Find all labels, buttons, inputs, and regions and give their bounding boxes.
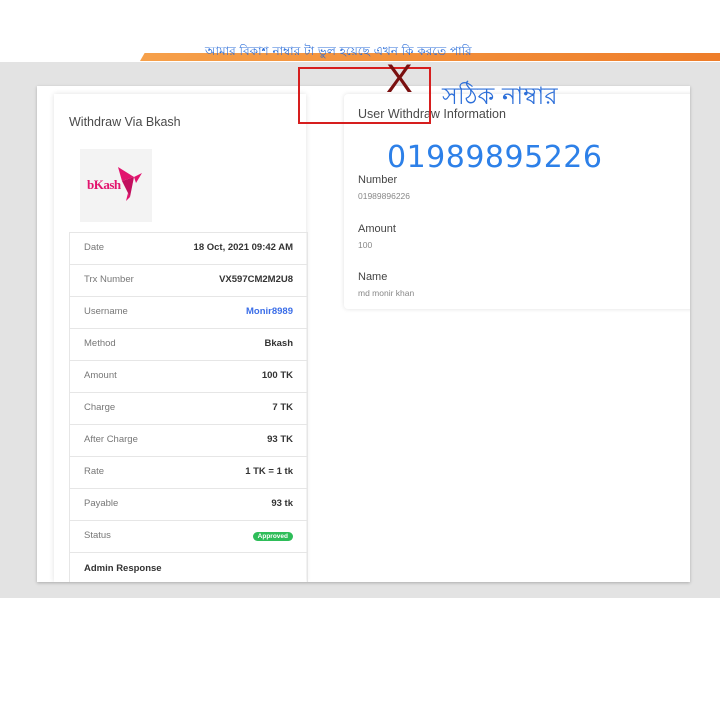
annotation-correct-label: সঠিক নাম্বার <box>442 82 558 110</box>
withdraw-summary-card: Withdraw Via Bkash bKash Date 18 Oct, 20… <box>54 94 308 582</box>
table-row: Trx Number VX597CM2M2U8 <box>70 265 307 297</box>
amount-value: 100 <box>358 240 373 250</box>
withdraw-card-title: Withdraw Via Bkash <box>69 115 181 129</box>
bkash-bird-icon <box>118 167 142 201</box>
row-label: Charge <box>84 402 116 413</box>
row-label: Amount <box>84 370 117 381</box>
table-row: Status Approved <box>70 521 307 553</box>
row-value: 1 TK = 1 tk <box>245 466 293 477</box>
number-value: 01989896226 <box>358 191 411 201</box>
table-row: After Charge 93 TK <box>70 425 307 457</box>
row-value: 93 TK <box>267 434 293 445</box>
amount-label: Amount <box>358 223 396 235</box>
annotation-question-text: আমার বিকাশ নাম্বার টা ভুল হয়েছে এখন কি … <box>205 44 472 58</box>
annotation-wrong-mark: X <box>386 57 413 101</box>
row-label: After Charge <box>84 434 138 445</box>
row-label: Date <box>84 242 105 253</box>
table-row: Method Bkash <box>70 329 307 361</box>
user-withdraw-info-card: User Withdraw Information Number 0198989… <box>344 94 690 309</box>
bkash-logo: bKash <box>80 149 152 222</box>
table-row: Username Monir8989 <box>70 297 307 329</box>
transaction-details-table: Date 18 Oct, 2021 09:42 AM Trx Number VX… <box>69 232 308 582</box>
annotation-correct-number: 01989895226 <box>387 140 603 175</box>
status-badge: Approved <box>252 532 293 541</box>
table-row: Charge 7 TK <box>70 393 307 425</box>
table-row: Payable 93 tk <box>70 489 307 521</box>
number-label: Number <box>358 174 398 186</box>
username-link[interactable]: Monir8989 <box>246 306 293 317</box>
row-label: Trx Number <box>84 274 134 285</box>
row-label: Payable <box>84 498 119 509</box>
row-label: Method <box>84 338 116 349</box>
row-value: 100 TK <box>261 370 293 381</box>
row-label: Username <box>84 306 128 317</box>
row-value: 93 tk <box>271 498 293 509</box>
table-row: Rate 1 TK = 1 tk <box>70 457 307 489</box>
row-value: 18 Oct, 2021 09:42 AM <box>193 242 293 253</box>
admin-response-label: Admin Response <box>84 563 162 574</box>
name-label: Name <box>358 271 388 283</box>
row-value: Bkash <box>264 338 293 349</box>
admin-response-row: Admin Response <box>70 553 307 582</box>
row-label: Rate <box>84 466 105 477</box>
table-row: Amount 100 TK <box>70 361 307 393</box>
name-value: md monir khan <box>358 288 415 298</box>
row-value: 7 TK <box>272 402 293 413</box>
table-row: Date 18 Oct, 2021 09:42 AM <box>70 233 307 265</box>
row-value: VX597CM2M2U8 <box>219 274 293 285</box>
row-label: Status <box>84 530 111 541</box>
